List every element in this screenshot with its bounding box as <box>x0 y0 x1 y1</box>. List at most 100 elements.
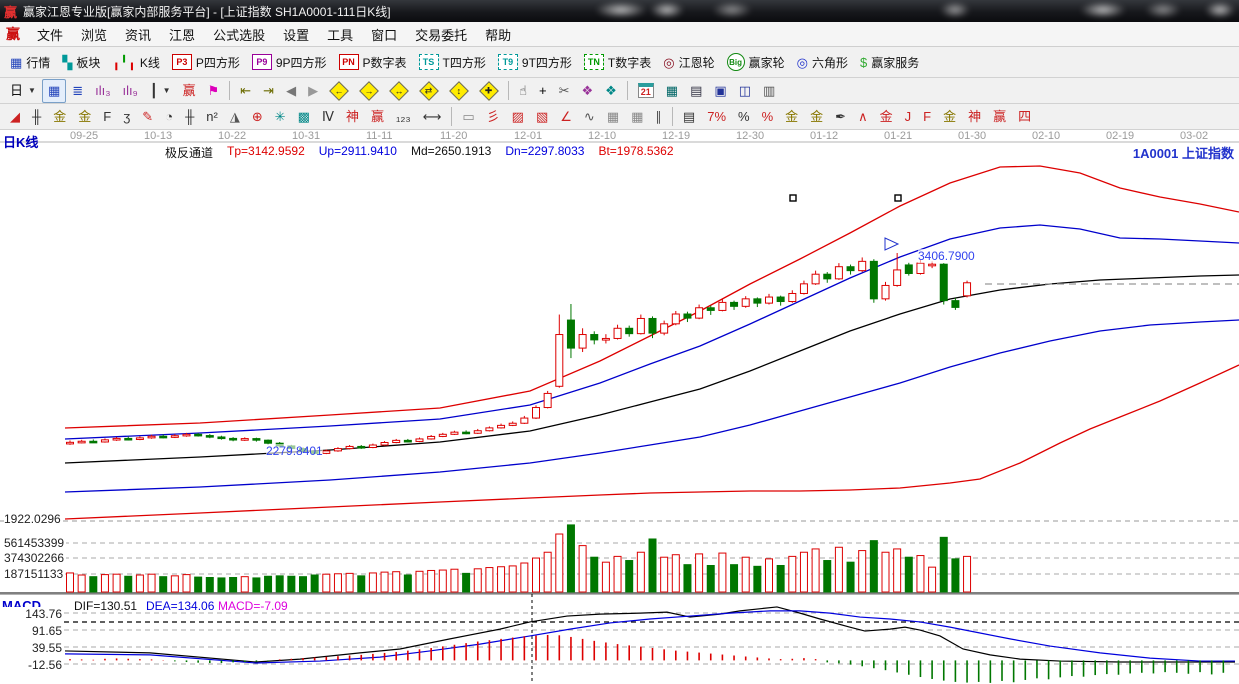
gann-wheel-button[interactable]: ◎江恩轮 <box>657 50 720 74</box>
notepad-button[interactable]: ▤ <box>684 79 708 103</box>
first-bar-button[interactable]: ⇤ <box>234 79 257 103</box>
next-bar-button[interactable]: ▶ <box>302 79 324 103</box>
menu-item-5[interactable]: 设置 <box>274 25 318 44</box>
box-rays-button[interactable]: ▨ <box>506 105 530 129</box>
last-bar-button[interactable]: ⇥ <box>257 79 280 103</box>
rect-tool-button[interactable]: ▭ <box>456 105 480 129</box>
measure-tool-button[interactable]: ✂ <box>553 79 576 103</box>
win-frame-button[interactable]: 赢 <box>177 79 202 103</box>
diamond-all-button[interactable]: ✚ <box>474 79 504 103</box>
menu-item-1[interactable]: 浏览 <box>72 25 116 44</box>
hand-tool-button[interactable]: ☝ <box>513 79 533 103</box>
rays-button[interactable]: 彡 <box>481 105 506 129</box>
diamond-vrange-button[interactable]: ↕ <box>444 79 474 103</box>
candle-style-button[interactable]: ┃▼ <box>144 79 177 103</box>
ticks-button[interactable]: ╫ <box>179 105 200 129</box>
ninep-square-button[interactable]: P99P四方形 <box>246 50 333 74</box>
shen-angle-button[interactable]: 神 <box>962 105 987 129</box>
box-rays-2-button[interactable]: ▧ <box>530 105 554 129</box>
diamond-hrange-button[interactable]: ↔ <box>384 79 414 103</box>
chart-area[interactable]: 09-2510-1310-2210-3111-1111-2012-0112-10… <box>0 130 1239 684</box>
n-square-button[interactable]: n² <box>200 105 224 129</box>
prev-bar-button[interactable]: ◀ <box>280 79 302 103</box>
grid-b-button[interactable]: ▦ <box>625 105 649 129</box>
menu-item-8[interactable]: 交易委托 <box>406 25 476 44</box>
f-ruler-button[interactable]: F <box>97 105 117 129</box>
p-square-button[interactable]: P3P四方形 <box>166 50 246 74</box>
sectors-button[interactable]: ▚板块 <box>56 50 106 74</box>
percent-button[interactable]: % <box>732 105 756 129</box>
dial-button[interactable]: ◔ <box>159 105 179 129</box>
color-flag-button[interactable]: ⚑ <box>202 79 226 103</box>
star-teal-button[interactable]: ✳ <box>269 105 292 129</box>
diamond-swap-button[interactable]: ⇄ <box>414 79 444 103</box>
grid-123-button[interactable]: ₁₂₃ <box>390 105 417 129</box>
t-square-button[interactable]: TST四方形 <box>413 50 492 74</box>
calculator-button[interactable]: ▦ <box>660 79 684 103</box>
calendar-button[interactable]: 21 <box>632 79 660 103</box>
hexagon-button[interactable]: ◎六角形 <box>791 50 854 74</box>
diamond-right-button[interactable]: → <box>354 79 384 103</box>
bars-3-button[interactable]: ılı₃ <box>89 79 116 103</box>
ruler-button[interactable]: ╫ <box>26 105 47 129</box>
ying-button[interactable]: 赢 <box>365 105 390 129</box>
menu-item-9[interactable]: 帮助 <box>476 25 520 44</box>
kline-button[interactable]: ╻╹╻K线 <box>106 50 166 74</box>
crosshair-tool-button[interactable]: + <box>533 79 553 103</box>
parallels-button[interactable]: ∥ <box>649 105 668 129</box>
ying-angle-button[interactable]: 赢 <box>987 105 1012 129</box>
menu-item-4[interactable]: 公式选股 <box>204 25 274 44</box>
gold-red-button[interactable]: 金 <box>874 105 899 129</box>
red-pen-button[interactable]: ✎ <box>136 105 159 129</box>
k-wave-button[interactable]: Ⅳ <box>316 105 340 129</box>
grid-a-button[interactable]: ▦ <box>601 105 625 129</box>
target-red-button[interactable]: ⊕ <box>246 105 269 129</box>
price-list-button[interactable]: ▤ <box>677 105 701 129</box>
wave-button[interactable]: ∧ <box>852 105 874 129</box>
gold-circle-button[interactable]: 金 <box>779 105 804 129</box>
menu-item-2[interactable]: 资讯 <box>116 25 160 44</box>
gann-shape-purple-button[interactable]: ❖ <box>575 79 599 103</box>
period-tab-daily[interactable]: 日K线 <box>3 132 38 151</box>
menu-item-3[interactable]: 江恩 <box>160 25 204 44</box>
diamond-left-button[interactable]: ← <box>324 79 354 103</box>
angle-lines-button[interactable]: ∠ <box>554 105 578 129</box>
f-angle-button[interactable]: F <box>917 105 937 129</box>
winner-wheel-button[interactable]: Big赢家轮 <box>721 50 791 74</box>
shen-button[interactable]: 神 <box>340 105 365 129</box>
bars-9-button[interactable]: ılı₉ <box>117 79 144 103</box>
print-button[interactable]: ▥ <box>757 79 781 103</box>
calculator-icon: ▦ <box>666 84 678 97</box>
pattern-button[interactable]: ▦ <box>42 79 66 103</box>
zigzag-button[interactable]: ∿ <box>578 105 601 129</box>
ninet-square-button[interactable]: T99T四方形 <box>492 50 578 74</box>
menu-item-0[interactable]: 文件 <box>28 25 72 44</box>
p-number-table-button[interactable]: PNP数字表 <box>333 50 413 74</box>
save-button[interactable]: ▣ <box>708 79 732 103</box>
triangle-button[interactable]: ◮ <box>224 105 246 129</box>
brush-button[interactable]: ◢ <box>4 105 26 129</box>
h-measure-button[interactable]: ⟷ <box>417 105 448 129</box>
gold-ruler-1-button[interactable]: 金 <box>47 105 72 129</box>
t-number-table-button[interactable]: TNT数字表 <box>578 50 657 74</box>
percent-lines-button[interactable]: 7% <box>701 105 732 129</box>
grid-star-button[interactable]: ▩ <box>292 105 316 129</box>
info-list-button[interactable]: ≣ <box>66 79 89 103</box>
window-title: 赢家江恩专业版[赢家内部服务平台] - [上证指数 SH1A0001-111日K… <box>23 3 391 20</box>
gold-angle-button[interactable]: 金 <box>937 105 962 129</box>
menu-item-7[interactable]: 窗口 <box>362 25 406 44</box>
winner-service-button[interactable]: $赢家服务 <box>854 50 925 74</box>
percent-3-button[interactable]: % <box>756 105 780 129</box>
save-scheme-button[interactable]: ◫ <box>733 79 757 103</box>
ink-pen-button[interactable]: ✒ <box>829 105 852 129</box>
period-day-button[interactable]: 日▼ <box>4 79 42 103</box>
j-angle-button[interactable]: J <box>899 105 918 129</box>
spiral-button[interactable]: ʒ <box>117 105 136 129</box>
quotes-button[interactable]: ▦行情 <box>4 50 56 74</box>
gold-lines-button[interactable]: 金 <box>804 105 829 129</box>
brush-icon: ◢ <box>10 110 20 123</box>
menu-item-6[interactable]: 工具 <box>318 25 362 44</box>
gann-shape-teal-button[interactable]: ❖ <box>599 79 623 103</box>
four-angle-button[interactable]: 四 <box>1012 105 1037 129</box>
gold-ruler-2-button[interactable]: 金 <box>72 105 97 129</box>
